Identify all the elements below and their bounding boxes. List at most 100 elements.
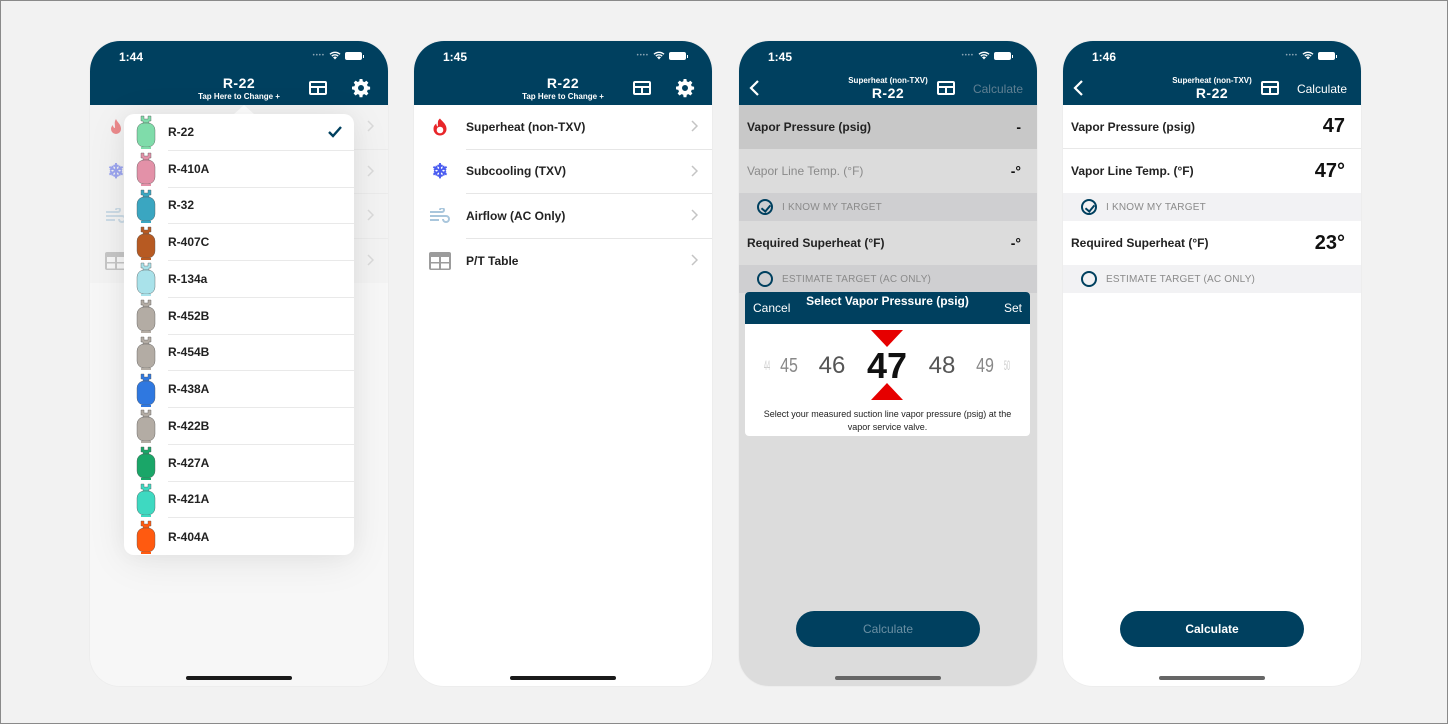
flame-icon	[433, 118, 447, 136]
know-target-option[interactable]: I KNOW MY TARGET	[739, 193, 1037, 221]
status-time: 1:45	[768, 50, 793, 64]
refrigerant-popover: R-22 R-410A R-32 R-407C R-134a R-452B R-454B R-…	[124, 114, 354, 555]
nav-bar: 1:44 •••• R-22 Tap Here to Change +	[90, 41, 388, 105]
table-icon	[429, 251, 451, 270]
signal-icon: ••••	[636, 52, 649, 59]
menu-item-label: Subcooling (TXV)	[466, 150, 712, 194]
field-label: Required Superheat (°F)	[1071, 236, 1209, 250]
field-label: Required Superheat (°F)	[747, 236, 885, 250]
pt-table-icon[interactable]	[937, 81, 955, 95]
field-value: -	[1016, 119, 1021, 135]
refrigerant-item[interactable]: R-32	[124, 188, 354, 225]
wheel-value[interactable]: 50	[1004, 357, 1010, 373]
wheel-value[interactable]: 45	[780, 355, 798, 378]
vapor-pressure-field[interactable]: Vapor Pressure (psig) 47	[1063, 105, 1361, 149]
home-indicator[interactable]	[1159, 676, 1265, 680]
wifi-icon	[1302, 51, 1314, 60]
number-wheel[interactable]: 44 45 46 47 48 49 50	[745, 345, 1030, 387]
wheel-value[interactable]: 49	[976, 355, 994, 378]
calculate-nav-button[interactable]: Calculate	[973, 82, 1023, 96]
field-value: -°	[1010, 163, 1021, 179]
picker-title: Select Vapor Pressure (psig)	[806, 294, 969, 308]
calculate-button[interactable]: Calculate	[796, 611, 980, 647]
calculate-nav-button[interactable]: Calculate	[1297, 82, 1347, 96]
refrigerant-item[interactable]: R-407C	[124, 224, 354, 261]
refrigerant-item[interactable]: R-410A	[124, 151, 354, 188]
refrigerant-item[interactable]: R-427A	[124, 445, 354, 482]
gear-icon[interactable]	[351, 78, 371, 98]
nav-bar: 1:45 •••• R-22 Tap Here to Change +	[414, 41, 712, 105]
refrigerant-item[interactable]: R-134a	[124, 261, 354, 298]
refrigerant-tank-icon	[136, 336, 156, 370]
picker-set-button[interactable]: Set	[1004, 301, 1022, 315]
calculate-button[interactable]: Calculate	[1120, 611, 1304, 647]
refrigerant-selector[interactable]: R-22 Tap Here to Change +	[414, 75, 712, 101]
signal-icon: ••••	[1285, 52, 1298, 59]
snowflake-icon: ❄	[431, 161, 449, 184]
radio-unchecked-icon[interactable]	[757, 271, 773, 287]
refrigerant-label: R-22	[168, 114, 354, 151]
field-value: 47	[1322, 115, 1345, 137]
wheel-value[interactable]: 44	[764, 357, 770, 373]
refrigerant-tank-icon	[136, 226, 156, 260]
popover-arrow	[234, 105, 254, 114]
refrigerant-label: R-404A	[168, 529, 210, 544]
refrigerant-item[interactable]: R-22	[124, 114, 354, 151]
refrigerant-tank-icon	[136, 373, 156, 407]
picker-cancel-button[interactable]: Cancel	[753, 301, 790, 315]
battery-icon	[994, 51, 1013, 60]
nav-bar: 1:45 •••• Superheat (non-TXV) R-22 Calcu…	[739, 41, 1037, 105]
vapor-pressure-field[interactable]: Vapor Pressure (psig) -	[739, 105, 1037, 149]
wheel-selected-value[interactable]: 47	[867, 345, 907, 387]
wheel-value[interactable]: 48	[929, 352, 956, 380]
refrigerant-item[interactable]: R-404A	[124, 518, 354, 555]
gear-icon[interactable]	[675, 78, 695, 98]
home-indicator[interactable]	[510, 676, 616, 680]
refrigerant-selector[interactable]: R-22 Tap Here to Change +	[90, 75, 388, 101]
status-icons: ••••	[1285, 51, 1337, 60]
chevron-right-icon	[691, 120, 698, 132]
menu-item-superheat[interactable]: Superheat (non-TXV)	[414, 105, 712, 150]
refrigerant-item[interactable]: R-422B	[124, 408, 354, 445]
home-indicator[interactable]	[835, 676, 941, 680]
estimate-target-option[interactable]: ESTIMATE TARGET (AC ONLY)	[1063, 265, 1361, 293]
field-value: 23°	[1314, 231, 1345, 254]
chevron-right-icon	[691, 164, 698, 177]
radio-unchecked-icon[interactable]	[1081, 271, 1097, 287]
menu-item-label: Superheat (non-TXV)	[466, 105, 712, 150]
refrigerant-item[interactable]: R-421A	[124, 482, 354, 519]
field-label: Vapor Line Temp. (°F)	[747, 164, 864, 178]
know-target-option[interactable]: I KNOW MY TARGET	[1063, 193, 1361, 221]
menu-item-label: P/T Table	[466, 253, 519, 268]
wifi-icon	[653, 51, 665, 60]
refrigerant-item[interactable]: R-454B	[124, 335, 354, 372]
field-label: Vapor Pressure (psig)	[1071, 119, 1196, 134]
pt-table-icon[interactable]	[309, 81, 327, 95]
wheel-value[interactable]: 46	[819, 352, 846, 380]
required-superheat-field[interactable]: Required Superheat (°F) -°	[739, 221, 1037, 265]
field-value: 47°	[1314, 159, 1345, 182]
menu-item-pt-table[interactable]: P/T Table	[414, 239, 712, 284]
menu-item-airflow[interactable]: Airflow (AC Only)	[414, 194, 712, 239]
refrigerant-item[interactable]: R-452B	[124, 298, 354, 335]
option-label: I KNOW MY TARGET	[782, 201, 882, 213]
radio-checked-icon[interactable]	[1081, 199, 1097, 215]
screen-main-menu: 1:45 •••• R-22 Tap Here to Change + Supe…	[414, 41, 712, 686]
wifi-icon	[978, 51, 990, 60]
status-time: 1:46	[1092, 50, 1117, 64]
pt-table-icon[interactable]	[1261, 81, 1279, 95]
pt-table-icon[interactable]	[633, 81, 651, 95]
refrigerant-label: R-421A	[168, 482, 354, 519]
required-superheat-field[interactable]: Required Superheat (°F) 23°	[1063, 221, 1361, 265]
vapor-line-temp-field[interactable]: Vapor Line Temp. (°F) -°	[739, 149, 1037, 193]
home-indicator[interactable]	[186, 676, 292, 680]
picker-header: Cancel Select Vapor Pressure (psig) Set	[745, 292, 1030, 324]
vapor-line-temp-field[interactable]: Vapor Line Temp. (°F) 47°	[1063, 149, 1361, 193]
radio-checked-icon[interactable]	[757, 199, 773, 215]
main-menu: Superheat (non-TXV) ❄ Subcooling (TXV) A…	[414, 105, 712, 283]
option-label: ESTIMATE TARGET (AC ONLY)	[1106, 273, 1256, 285]
field-label: Vapor Pressure (psig)	[747, 120, 872, 134]
refrigerant-item[interactable]: R-438A	[124, 371, 354, 408]
menu-item-subcooling[interactable]: ❄ Subcooling (TXV)	[414, 150, 712, 194]
estimate-target-option[interactable]: ESTIMATE TARGET (AC ONLY)	[739, 265, 1037, 293]
